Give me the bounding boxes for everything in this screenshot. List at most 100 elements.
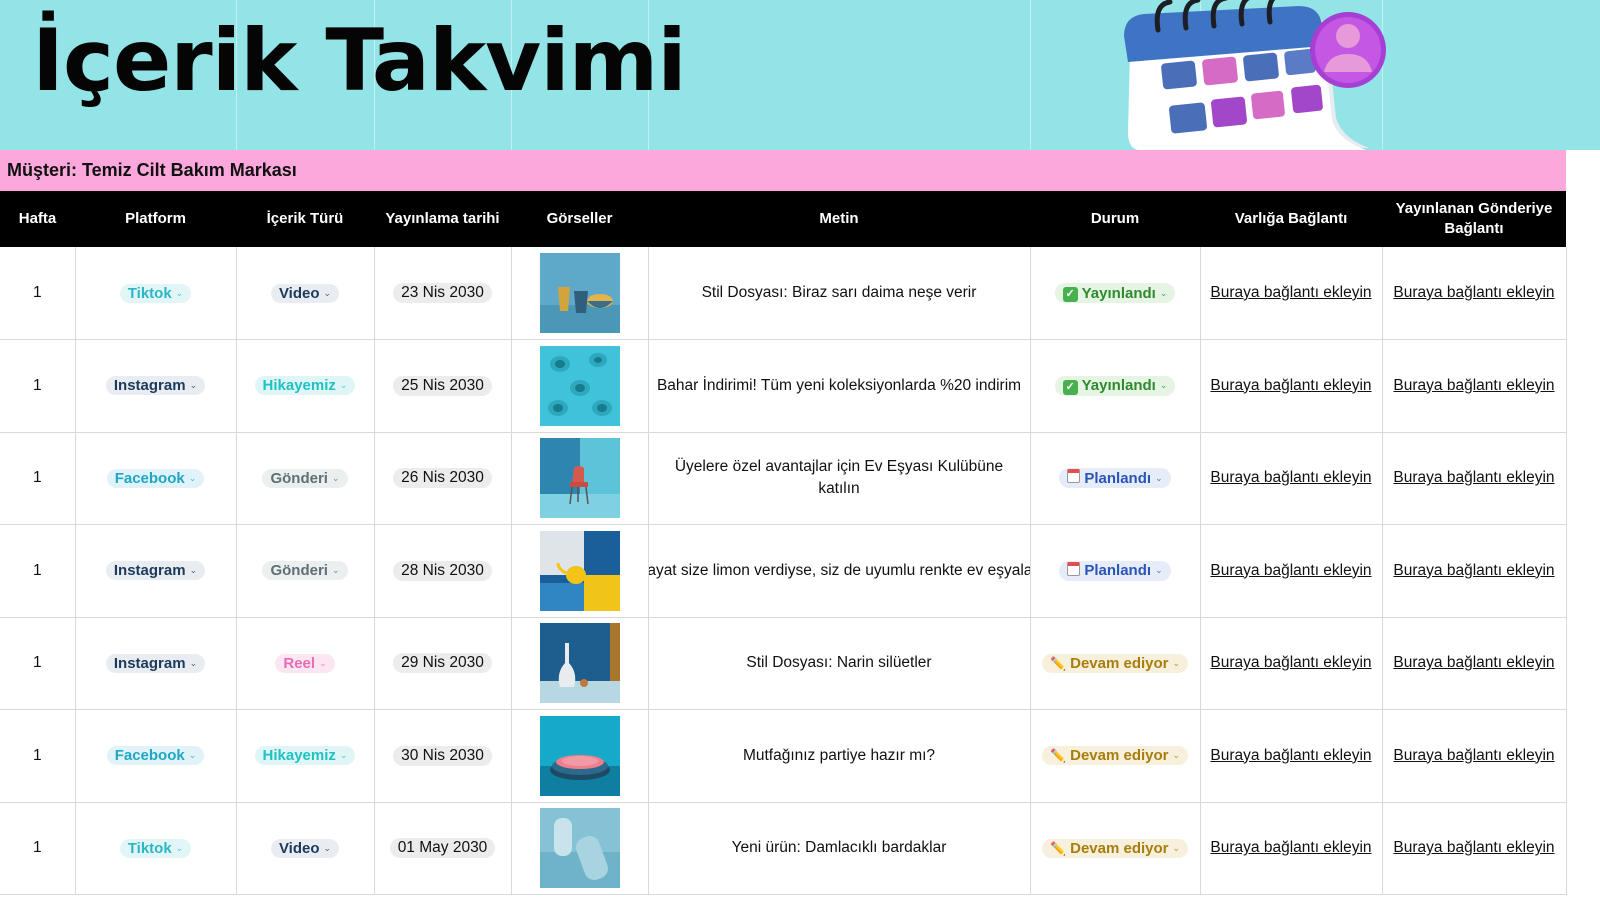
cell-content-type[interactable]: Hikayemiz ⌄ bbox=[236, 339, 375, 433]
cell-publish-date[interactable]: 23 Nis 2030 bbox=[374, 247, 512, 340]
cell-status[interactable]: ✏️ Devam ediyor ⌄ bbox=[1030, 709, 1201, 803]
asset-link[interactable]: Buraya bağlantı ekleyin bbox=[1210, 654, 1371, 671]
content-type-dropdown-gonderi[interactable]: Gönderi ⌄ bbox=[262, 561, 348, 581]
post-link[interactable]: Buraya bağlantı ekleyin bbox=[1393, 562, 1554, 579]
cell-content-type[interactable]: Video ⌄ bbox=[236, 247, 375, 340]
visual-thumbnail-teal-cups-on-blue[interactable] bbox=[539, 345, 620, 426]
content-type-dropdown-video[interactable]: Video ⌄ bbox=[270, 838, 340, 858]
publish-date-chip[interactable]: 29 Nis 2030 bbox=[393, 653, 492, 674]
cell-post-link[interactable]: Buraya bağlantı ekleyin bbox=[1382, 339, 1567, 433]
asset-link[interactable]: Buraya bağlantı ekleyin bbox=[1210, 562, 1371, 579]
cell-publish-date[interactable]: 01 May 2030 bbox=[374, 802, 512, 895]
platform-dropdown-facebook[interactable]: Facebook ⌄ bbox=[106, 468, 205, 488]
cell-asset-link[interactable]: Buraya bağlantı ekleyin bbox=[1200, 339, 1383, 433]
cell-content-type[interactable]: Reel ⌄ bbox=[236, 617, 375, 710]
cell-asset-link[interactable]: Buraya bağlantı ekleyin bbox=[1200, 247, 1383, 340]
post-link[interactable]: Buraya bağlantı ekleyin bbox=[1393, 284, 1554, 301]
cell-status[interactable]: ✓ Yayınlandı ⌄ bbox=[1030, 247, 1201, 340]
cell-text[interactable]: Stil Dosyası: Biraz sarı daima neşe veri… bbox=[648, 247, 1031, 340]
content-type-dropdown-hikayemiz[interactable]: Hikayemiz ⌄ bbox=[254, 746, 356, 766]
content-type-dropdown-reel[interactable]: Reel ⌄ bbox=[275, 653, 335, 673]
cell-post-link[interactable]: Buraya bağlantı ekleyin bbox=[1382, 524, 1567, 618]
status-dropdown-yayinlandi[interactable]: ✓ Yayınlandı ⌄ bbox=[1054, 375, 1176, 396]
post-link[interactable]: Buraya bağlantı ekleyin bbox=[1393, 654, 1554, 671]
cell-content-type[interactable]: Hikayemiz ⌄ bbox=[236, 709, 375, 803]
cell-visual[interactable] bbox=[511, 709, 649, 803]
cell-publish-date[interactable]: 29 Nis 2030 bbox=[374, 617, 512, 710]
cell-content-type[interactable]: Gönderi ⌄ bbox=[236, 524, 375, 618]
cell-post-link[interactable]: Buraya bağlantı ekleyin bbox=[1382, 709, 1567, 803]
cell-platform[interactable]: Facebook ⌄ bbox=[75, 709, 237, 803]
cell-publish-date[interactable]: 26 Nis 2030 bbox=[374, 432, 512, 525]
cell-post-link[interactable]: Buraya bağlantı ekleyin bbox=[1382, 432, 1567, 525]
cell-asset-link[interactable]: Buraya bağlantı ekleyin bbox=[1200, 524, 1383, 618]
cell-text[interactable]: Mutfağınız partiye hazır mı? bbox=[648, 709, 1031, 803]
cell-visual[interactable] bbox=[511, 802, 649, 895]
cell-platform[interactable]: Tiktok ⌄ bbox=[75, 802, 237, 895]
asset-link[interactable]: Buraya bağlantı ekleyin bbox=[1210, 747, 1371, 764]
visual-thumbnail-cups-yellow-blue[interactable] bbox=[539, 253, 620, 333]
cell-asset-link[interactable]: Buraya bağlantı ekleyin bbox=[1200, 802, 1383, 895]
cell-visual[interactable] bbox=[511, 247, 649, 340]
platform-dropdown-instagram[interactable]: Instagram ⌄ bbox=[105, 561, 206, 581]
status-dropdown-planlandi[interactable]: Planlandı ⌄ bbox=[1059, 560, 1171, 581]
publish-date-chip[interactable]: 25 Nis 2030 bbox=[393, 375, 492, 396]
platform-dropdown-tiktok[interactable]: Tiktok ⌄ bbox=[119, 838, 192, 858]
cell-visual[interactable] bbox=[511, 524, 649, 618]
status-dropdown-devam-ediyor[interactable]: ✏️ Devam ediyor ⌄ bbox=[1041, 838, 1189, 858]
publish-date-chip[interactable]: 26 Nis 2030 bbox=[393, 468, 492, 489]
cell-status[interactable]: ✓ Yayınlandı ⌄ bbox=[1030, 339, 1201, 433]
platform-dropdown-tiktok[interactable]: Tiktok ⌄ bbox=[119, 283, 192, 303]
cell-status[interactable]: ✏️ Devam ediyor ⌄ bbox=[1030, 802, 1201, 895]
publish-date-chip[interactable]: 30 Nis 2030 bbox=[393, 745, 492, 766]
cell-text[interactable]: Bahar İndirimi! Tüm yeni koleksiyonlarda… bbox=[648, 339, 1031, 433]
visual-thumbnail-red-chair-blue-room[interactable] bbox=[539, 438, 620, 519]
post-link[interactable]: Buraya bağlantı ekleyin bbox=[1393, 469, 1554, 486]
visual-thumbnail-white-vase[interactable] bbox=[539, 623, 620, 704]
cell-platform[interactable]: Tiktok ⌄ bbox=[75, 247, 237, 340]
status-dropdown-yayinlandi[interactable]: ✓ Yayınlandı ⌄ bbox=[1054, 283, 1176, 303]
publish-date-chip[interactable]: 01 May 2030 bbox=[389, 838, 496, 859]
cell-visual[interactable] bbox=[511, 617, 649, 710]
cell-text[interactable]: Üyelere özel avantajlar için Ev Eşyası K… bbox=[648, 432, 1031, 525]
cell-text[interactable]: Hayat size limon verdiyse, siz de uyumlu… bbox=[648, 524, 1031, 618]
content-type-dropdown-gonderi[interactable]: Gönderi ⌄ bbox=[262, 468, 348, 488]
visual-thumbnail-yellow-teapot[interactable] bbox=[539, 530, 620, 611]
visual-thumbnail-drip-cups[interactable] bbox=[539, 808, 620, 889]
platform-dropdown-instagram[interactable]: Instagram ⌄ bbox=[105, 653, 206, 673]
cell-status[interactable]: ✏️ Devam ediyor ⌄ bbox=[1030, 617, 1201, 710]
cell-platform[interactable]: Instagram ⌄ bbox=[75, 617, 237, 710]
status-dropdown-planlandi[interactable]: Planlandı ⌄ bbox=[1059, 468, 1171, 489]
post-link[interactable]: Buraya bağlantı ekleyin bbox=[1393, 377, 1554, 394]
asset-link[interactable]: Buraya bağlantı ekleyin bbox=[1210, 469, 1371, 486]
cell-visual[interactable] bbox=[511, 432, 649, 525]
cell-post-link[interactable]: Buraya bağlantı ekleyin bbox=[1382, 802, 1567, 895]
post-link[interactable]: Buraya bağlantı ekleyin bbox=[1393, 747, 1554, 764]
cell-post-link[interactable]: Buraya bağlantı ekleyin bbox=[1382, 617, 1567, 710]
platform-dropdown-instagram[interactable]: Instagram ⌄ bbox=[105, 376, 206, 396]
cell-publish-date[interactable]: 28 Nis 2030 bbox=[374, 524, 512, 618]
content-type-dropdown-video[interactable]: Video ⌄ bbox=[270, 283, 340, 303]
cell-text[interactable]: Stil Dosyası: Narin silüetler bbox=[648, 617, 1031, 710]
asset-link[interactable]: Buraya bağlantı ekleyin bbox=[1210, 377, 1371, 394]
status-dropdown-devam-ediyor[interactable]: ✏️ Devam ediyor ⌄ bbox=[1041, 746, 1189, 766]
content-type-dropdown-hikayemiz[interactable]: Hikayemiz ⌄ bbox=[254, 376, 356, 396]
cell-status[interactable]: Planlandı ⌄ bbox=[1030, 432, 1201, 525]
cell-visual[interactable] bbox=[511, 339, 649, 433]
cell-text[interactable]: Yeni ürün: Damlacıklı bardaklar bbox=[648, 802, 1031, 895]
cell-publish-date[interactable]: 25 Nis 2030 bbox=[374, 339, 512, 433]
cell-post-link[interactable]: Buraya bağlantı ekleyin bbox=[1382, 247, 1567, 340]
cell-content-type[interactable]: Video ⌄ bbox=[236, 802, 375, 895]
publish-date-chip[interactable]: 23 Nis 2030 bbox=[393, 283, 492, 303]
cell-asset-link[interactable]: Buraya bağlantı ekleyin bbox=[1200, 432, 1383, 525]
cell-content-type[interactable]: Gönderi ⌄ bbox=[236, 432, 375, 525]
platform-dropdown-facebook[interactable]: Facebook ⌄ bbox=[106, 746, 205, 766]
cell-asset-link[interactable]: Buraya bağlantı ekleyin bbox=[1200, 617, 1383, 710]
cell-asset-link[interactable]: Buraya bağlantı ekleyin bbox=[1200, 709, 1383, 803]
cell-platform[interactable]: Instagram ⌄ bbox=[75, 339, 237, 433]
asset-link[interactable]: Buraya bağlantı ekleyin bbox=[1210, 284, 1371, 301]
cell-status[interactable]: Planlandı ⌄ bbox=[1030, 524, 1201, 618]
asset-link[interactable]: Buraya bağlantı ekleyin bbox=[1210, 839, 1371, 856]
status-dropdown-devam-ediyor[interactable]: ✏️ Devam ediyor ⌄ bbox=[1041, 653, 1189, 673]
cell-publish-date[interactable]: 30 Nis 2030 bbox=[374, 709, 512, 803]
